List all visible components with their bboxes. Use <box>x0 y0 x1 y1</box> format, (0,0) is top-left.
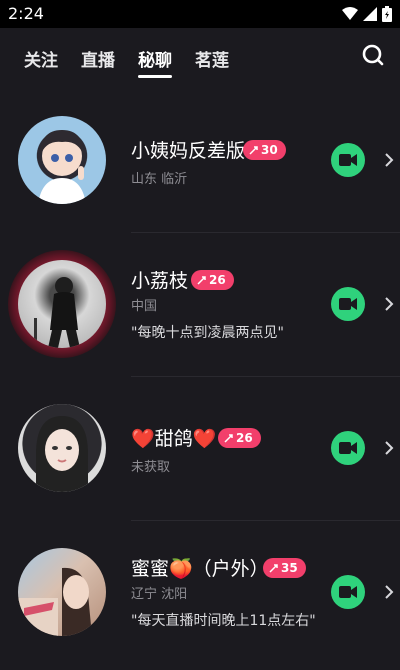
list-item[interactable]: 小姨妈反差版 30 山东 临沂 <box>0 98 400 238</box>
tab-minglian[interactable]: 茗莲 <box>195 46 229 71</box>
avatar-illustration <box>38 130 86 204</box>
avatar[interactable] <box>18 116 106 204</box>
divider <box>131 520 400 521</box>
chevron-right-icon[interactable] <box>384 152 394 168</box>
search-icon[interactable] <box>362 44 384 66</box>
video-camera-icon <box>339 442 357 454</box>
tab-follow[interactable]: 关注 <box>24 46 58 71</box>
avatar[interactable] <box>18 260 106 348</box>
level-badge: 26 <box>218 428 261 448</box>
top-tab-bar: 关注 直播 秘聊 茗莲 <box>0 28 400 88</box>
user-name: 小荔枝 <box>131 270 189 292</box>
video-call-button[interactable] <box>331 431 365 465</box>
user-name: ❤️甜鸽❤️ <box>131 428 217 450</box>
link-icon <box>269 563 278 573</box>
wifi-icon <box>342 7 358 20</box>
video-call-button[interactable] <box>331 575 365 609</box>
level-badge: 26 <box>191 270 234 290</box>
link-icon <box>197 275 206 285</box>
user-location: 未获取 <box>131 460 171 475</box>
battery-icon <box>382 6 392 22</box>
link-icon <box>224 433 233 443</box>
level-badge: 35 <box>263 558 306 578</box>
list-item[interactable]: 蜜蜜🍑（户外） 35 辽宁 沈阳 "每天直播时间晚上11点左右" <box>0 530 400 670</box>
level-badge-value: 26 <box>236 431 253 445</box>
video-call-button[interactable] <box>331 143 365 177</box>
avatar-photo <box>34 277 80 348</box>
level-badge-value: 30 <box>261 143 278 157</box>
divider <box>131 232 400 233</box>
status-icons <box>342 6 392 22</box>
link-icon <box>249 145 258 155</box>
avatar-photo <box>36 416 88 492</box>
video-camera-icon <box>339 298 357 310</box>
video-camera-icon <box>339 154 357 166</box>
chevron-right-icon[interactable] <box>384 296 394 312</box>
chevron-right-icon[interactable] <box>384 440 394 456</box>
list-item[interactable]: 小荔枝 26 中国 "每晚十点到凌晨两点见" <box>0 242 400 382</box>
avatar-photo <box>18 567 92 636</box>
level-badge: 30 <box>243 140 286 160</box>
avatar[interactable] <box>18 404 106 492</box>
tab-live[interactable]: 直播 <box>81 46 115 71</box>
divider <box>131 376 400 377</box>
user-name: 蜜蜜🍑（户外） <box>131 558 269 580</box>
user-signature: "每晚十点到凌晨两点见" <box>131 325 284 341</box>
status-bar: 2:24 <box>0 0 400 28</box>
user-signature: "每天直播时间晚上11点左右" <box>131 613 316 629</box>
status-time: 2:24 <box>8 4 44 23</box>
user-location: 辽宁 沈阳 <box>131 587 188 602</box>
signal-icon <box>363 7 377 21</box>
tab-private-chat[interactable]: 秘聊 <box>138 46 172 71</box>
user-location: 山东 临沂 <box>131 172 188 187</box>
active-tab-indicator <box>138 75 172 78</box>
level-badge-value: 26 <box>209 273 226 287</box>
user-location: 中国 <box>131 299 158 314</box>
avatar[interactable] <box>18 548 106 636</box>
video-call-button[interactable] <box>331 287 365 321</box>
list-item[interactable]: ❤️甜鸽❤️ 26 未获取 <box>0 386 400 526</box>
user-name: 小姨妈反差版 <box>131 140 246 162</box>
level-badge-value: 35 <box>281 561 298 575</box>
video-camera-icon <box>339 586 357 598</box>
chevron-right-icon[interactable] <box>384 584 394 600</box>
